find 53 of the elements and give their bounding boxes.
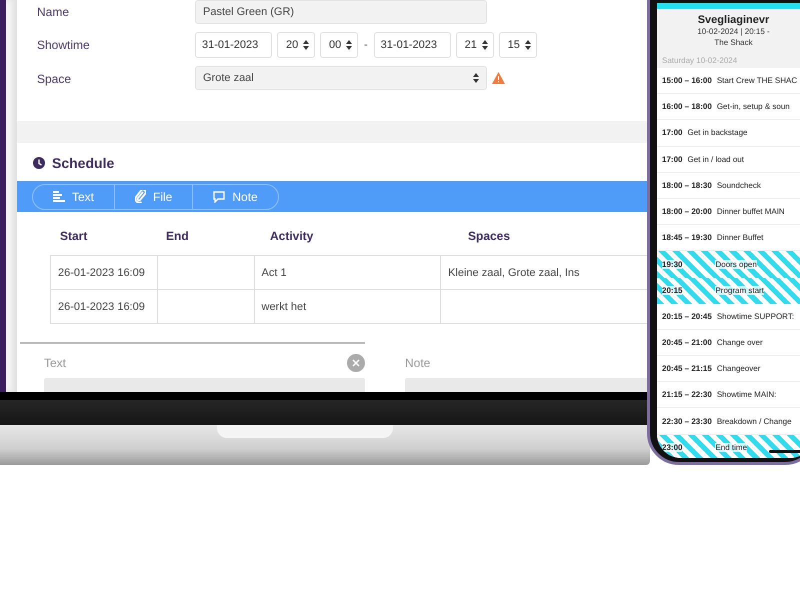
close-button[interactable] (347, 354, 365, 372)
schedule-item[interactable]: 19:30 Doors open (657, 251, 800, 278)
range-separator: - (363, 39, 369, 51)
time-select[interactable]: 15 (498, 32, 537, 58)
schedule-item[interactable]: 20:15 Program start (657, 278, 800, 304)
note-field[interactable] (405, 378, 650, 392)
spinner-icon (482, 40, 488, 50)
date-field[interactable]: 31-01-2023 (195, 32, 272, 58)
day-label: Saturday 10-02-2024 (661, 55, 738, 67)
field-label: Name (37, 4, 70, 21)
time-select[interactable]: 21 (456, 32, 494, 58)
name-field[interactable]: Pastel Green (GR) (195, 0, 487, 24)
time-select[interactable]: 20 (277, 32, 315, 58)
event-datetime: 10-02-2024 | 20:15 - (697, 26, 770, 37)
table-cell: 26-01-2023 16:09 (50, 290, 158, 324)
spinner-icon (303, 40, 309, 50)
schedule-item[interactable]: 23:00 End time (657, 434, 800, 458)
paperclip-icon (135, 190, 146, 203)
section-title: Schedule (52, 155, 114, 171)
space-select[interactable]: Grote zaal (195, 66, 487, 90)
column-header: End (165, 229, 190, 243)
spinner-icon (524, 40, 531, 50)
spinner-icon (346, 40, 352, 50)
schedule-item[interactable]: 15:00 – 16:00 Start Crew THE SHAC (657, 68, 800, 94)
clock-icon (33, 157, 45, 169)
editor-label: Note (405, 355, 430, 372)
schedule-item[interactable]: 18:00 – 18:30 Soundcheck (657, 172, 800, 199)
schedule-item[interactable]: 20:45 – 21:00 Change over (657, 330, 800, 356)
table-cell: Act 1 (254, 256, 441, 290)
event-venue: The Shack (714, 37, 753, 48)
editor-label: Text (44, 355, 66, 372)
lines-icon (53, 191, 65, 202)
field-label: Showtime (37, 37, 91, 54)
event-title: Svegliaginevr (698, 14, 770, 26)
table-cell: 26-01-2023 16:09 (50, 256, 158, 290)
table-cell: werkt het (254, 290, 441, 324)
field-label: Space (37, 71, 72, 88)
schedule-item[interactable]: 17:00 Get in backstage (657, 120, 800, 147)
column-header: Activity (269, 229, 314, 243)
column-header: Start (59, 229, 88, 243)
speech-bubble-icon (213, 190, 226, 202)
time-select[interactable]: 00 (320, 32, 358, 58)
close-icon (352, 359, 360, 367)
schedule-item[interactable]: 17:00 Get in / load out (657, 146, 800, 173)
schedule-item[interactable]: 18:00 – 20:00 Dinner buffet MAIN (657, 198, 800, 226)
text-field[interactable] (44, 378, 365, 392)
spinner-icon (473, 73, 479, 83)
date-field[interactable]: 31-01-2023 (374, 32, 451, 58)
schedule-item[interactable]: 20:15 – 20:45 Showtime SUPPORT: (657, 304, 800, 330)
schedule-item[interactable]: 20:45 – 21:15 Changeover (657, 356, 800, 382)
schedule-item[interactable]: 21:15 – 22:30 Showtime MAIN: (657, 382, 800, 408)
column-header: Spaces (467, 229, 512, 243)
schedule-item[interactable]: 16:00 – 18:00 Get-in, setup & soun (657, 94, 800, 120)
